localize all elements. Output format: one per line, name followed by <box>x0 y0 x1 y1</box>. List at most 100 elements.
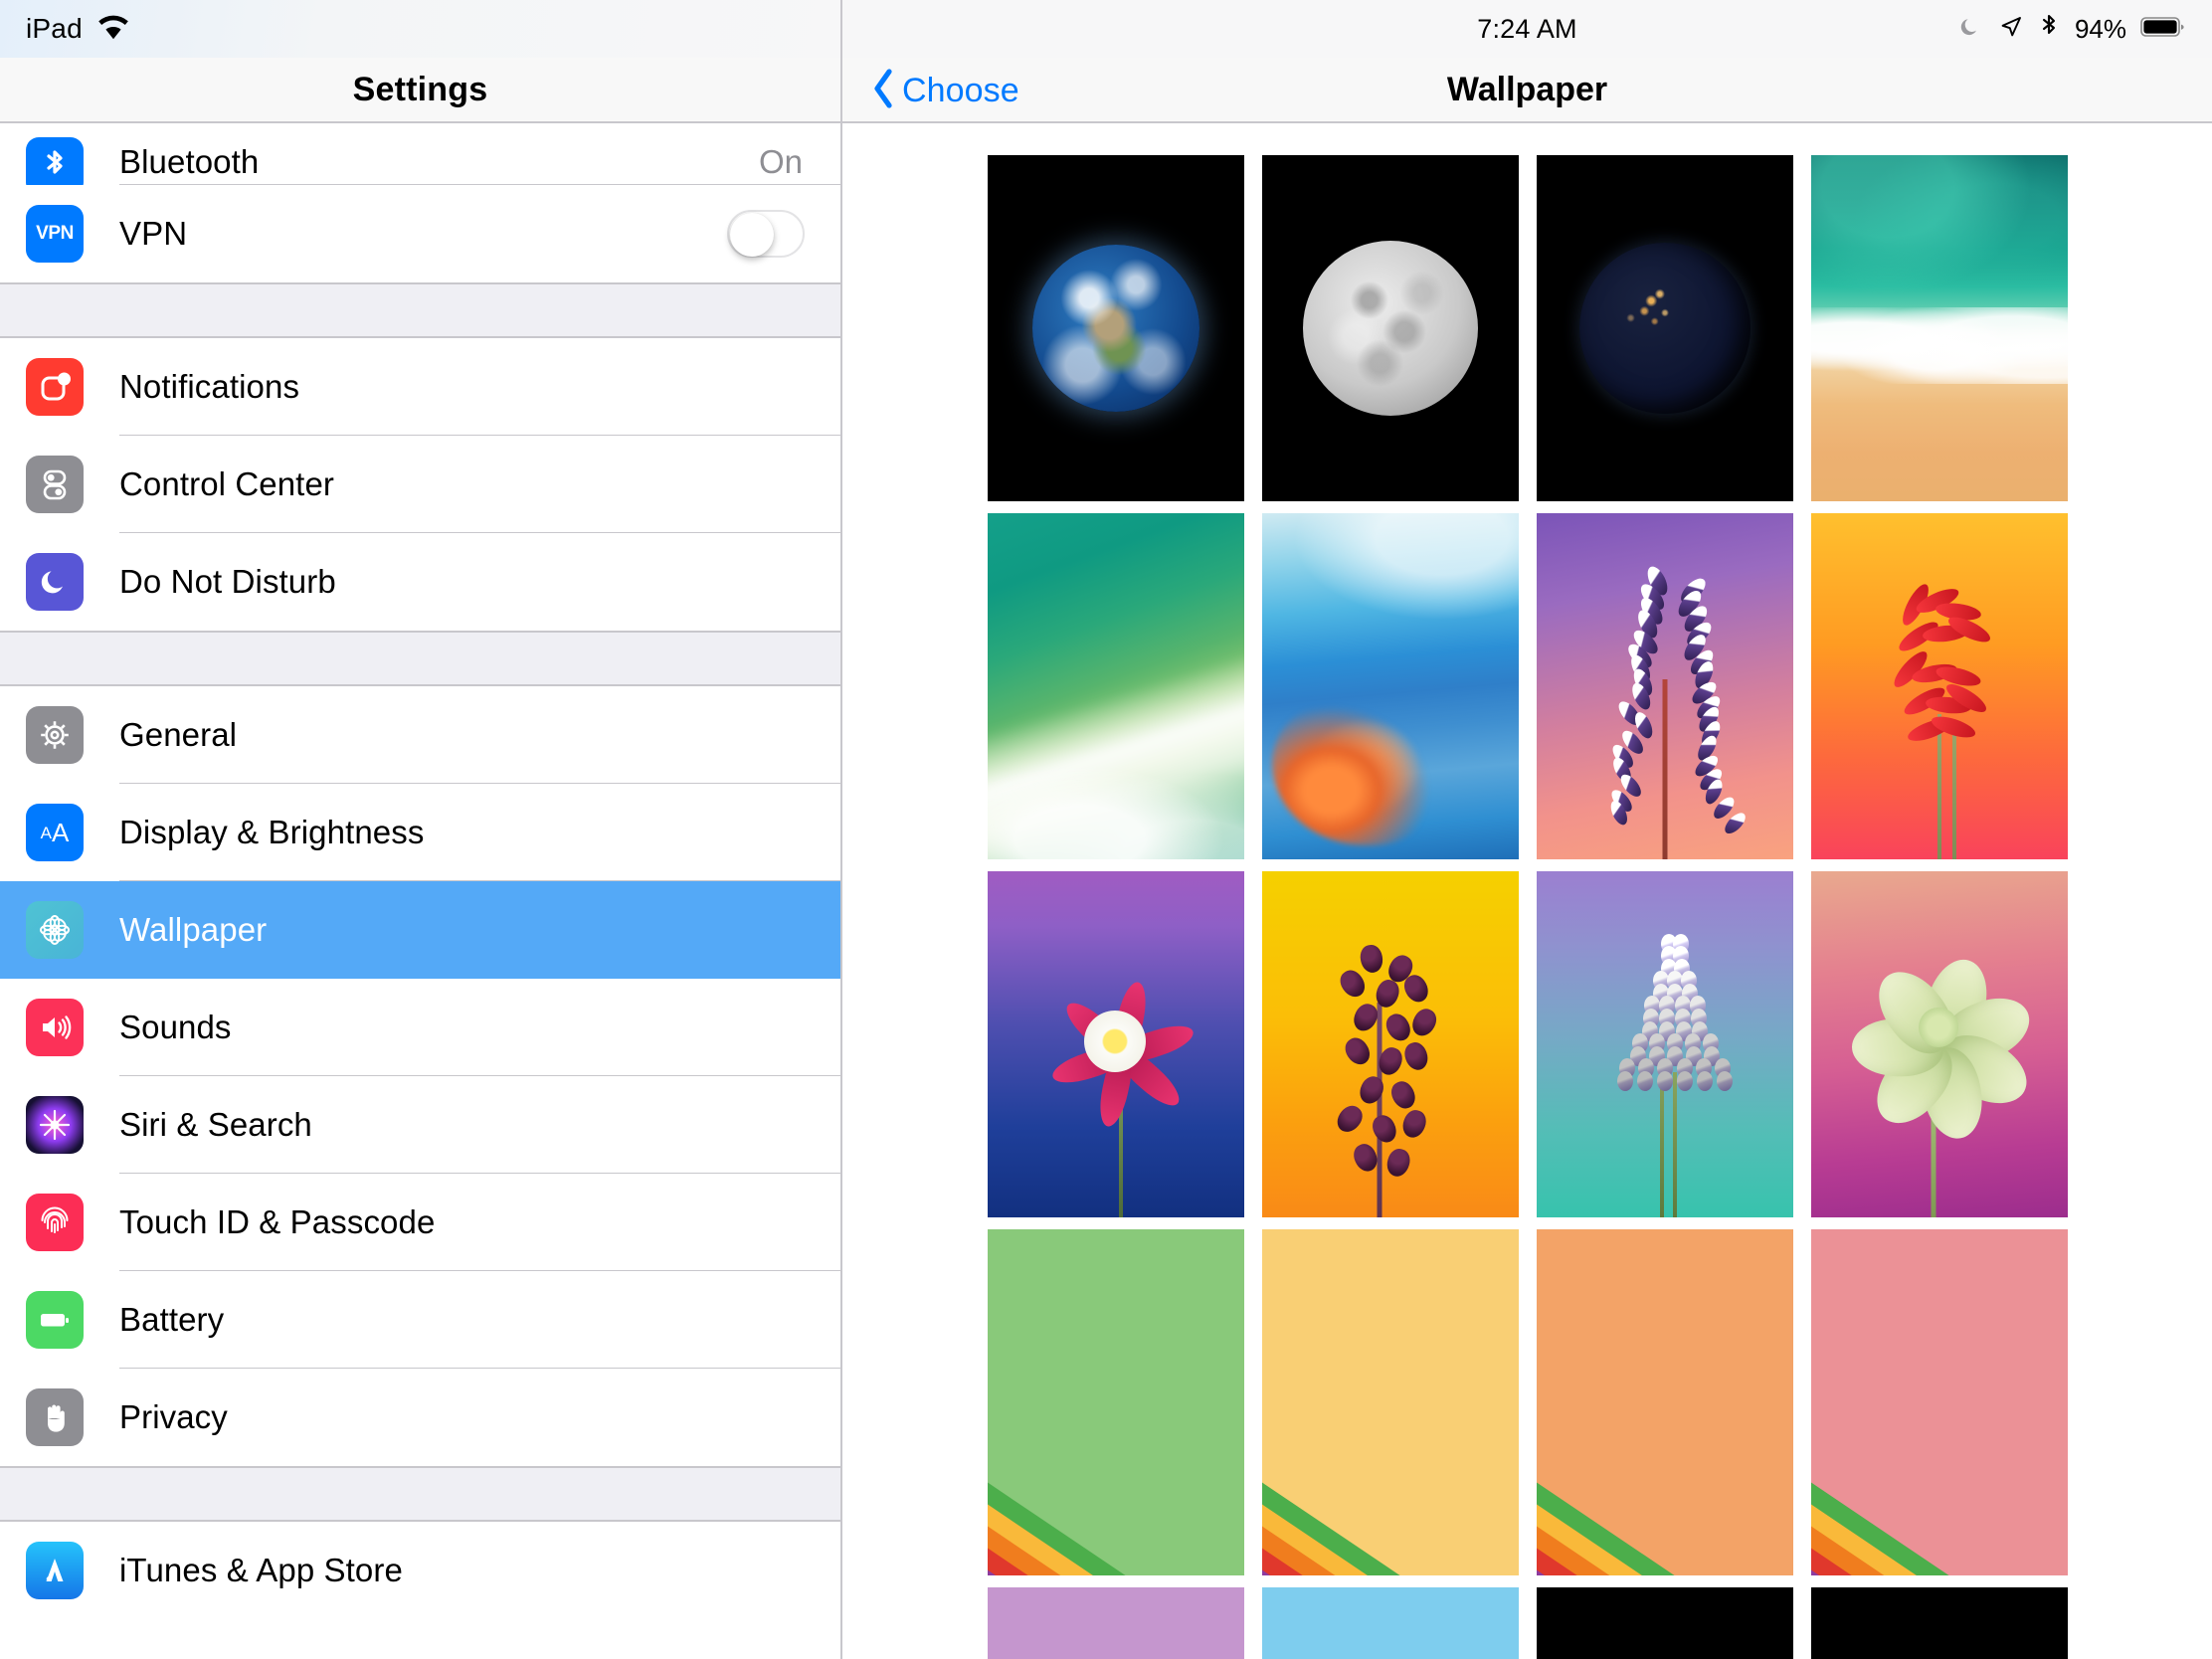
sidebar-item-label: Wallpaper <box>119 911 267 949</box>
hyacinth-art <box>1623 934 1711 1086</box>
detail-nav-bar: Choose Wallpaper <box>842 58 2212 123</box>
rainbow-stripe <box>988 1400 1244 1575</box>
sidebar-item-siri-search[interactable]: Siri & Search <box>0 1076 840 1174</box>
rainbow-stripe <box>1537 1400 1793 1575</box>
sidebar-scroll-area[interactable]: Bluetooth On VPN VPN Notifications <box>0 123 840 1659</box>
notifications-icon <box>26 358 84 416</box>
wallpaper-thumbnail[interactable] <box>1811 155 2068 501</box>
sidebar-item-notifications[interactable]: Notifications <box>0 338 840 436</box>
battery-icon <box>26 1291 84 1349</box>
wifi-icon <box>96 14 130 45</box>
wallpaper-thumbnail[interactable] <box>1262 1229 1519 1575</box>
columbine-art <box>1043 975 1187 1113</box>
rainbow-stripe <box>1537 1422 1793 1575</box>
wallpaper-thumbnail[interactable] <box>1262 1587 1519 1659</box>
rainbow-stripe <box>988 1422 1244 1575</box>
wallpaper-thumbnail[interactable] <box>988 1587 1244 1659</box>
hellebore-art <box>1852 948 2026 1107</box>
sidebar-item-label: Privacy <box>119 1398 228 1436</box>
detail-status-bar: 7:24 AM 94% <box>842 0 2212 58</box>
sidebar-item-itunes-app-store[interactable]: iTunes & App Store <box>0 1522 840 1619</box>
sidebar-item-display-brightness[interactable]: AA Display & Brightness <box>0 784 840 881</box>
sounds-icon <box>26 999 84 1056</box>
wallpaper-thumbnail[interactable] <box>1537 1587 1793 1659</box>
sidebar-item-general[interactable]: General <box>0 686 840 784</box>
sidebar-item-label: Control Center <box>119 465 334 503</box>
bluetooth-status-value: On <box>759 143 803 181</box>
earth-day-art <box>1032 245 1199 412</box>
vpn-icon: VPN <box>26 205 84 263</box>
wallpaper-grid[interactable] <box>842 123 2212 1659</box>
battery-percent-label: 94% <box>2075 14 2126 45</box>
detail-title: Wallpaper <box>842 71 2212 109</box>
vpn-toggle[interactable] <box>727 210 805 258</box>
toggle-knob <box>730 213 774 257</box>
display-brightness-icon: AA <box>26 804 84 861</box>
rainbow-stripe <box>1262 1422 1519 1575</box>
wallpaper-thumbnail[interactable] <box>1811 513 2068 859</box>
sidebar-item-wallpaper[interactable]: Wallpaper <box>0 881 840 979</box>
wallpaper-thumbnail[interactable] <box>1537 1229 1793 1575</box>
status-indicators: 94% <box>1958 0 2186 58</box>
moon-art <box>1303 241 1478 416</box>
wallpaper-detail-panel: 7:24 AM 94% <box>842 0 2212 1659</box>
sidebar-item-touch-id-passcode[interactable]: Touch ID & Passcode <box>0 1174 840 1271</box>
wallpaper-thumbnail[interactable] <box>1262 513 1519 859</box>
sidebar-item-do-not-disturb[interactable]: Do Not Disturb <box>0 533 840 631</box>
purple-blooms-art <box>1329 941 1462 1184</box>
group-separator <box>0 631 840 686</box>
group-separator <box>0 1466 840 1522</box>
sidebar-item-label: Bluetooth <box>119 143 259 181</box>
ipad-settings-screen: iPad Settings Bluetooth On <box>0 0 2212 1659</box>
wallpaper-thumbnail[interactable] <box>988 155 1244 501</box>
bluetooth-icon <box>26 137 84 185</box>
wallpaper-thumbnail[interactable] <box>988 513 1244 859</box>
earth-night-art <box>1579 243 1751 414</box>
sidebar-item-battery[interactable]: Battery <box>0 1271 840 1369</box>
sidebar-item-label: General <box>119 716 237 754</box>
sidebar-item-bluetooth[interactable]: Bluetooth On <box>0 123 840 185</box>
sidebar-item-control-center[interactable]: Control Center <box>0 436 840 533</box>
moon-icon <box>1958 15 1982 44</box>
sidebar-item-label: Do Not Disturb <box>119 563 336 601</box>
wallpaper-thumbnail[interactable] <box>1537 155 1793 501</box>
wallpaper-thumbnail[interactable] <box>1811 871 2068 1217</box>
settings-sidebar: iPad Settings Bluetooth On <box>0 0 842 1659</box>
battery-icon <box>2140 15 2186 44</box>
sidebar-item-label: Sounds <box>119 1009 232 1046</box>
wallpaper-thumbnail[interactable] <box>1811 1229 2068 1575</box>
wallpaper-thumbnail[interactable] <box>1811 1587 2068 1659</box>
touch-id-icon <box>26 1194 84 1251</box>
sidebar-item-label: Touch ID & Passcode <box>119 1203 435 1241</box>
sidebar-item-privacy[interactable]: Privacy <box>0 1369 840 1466</box>
device-name-label: iPad <box>26 13 83 45</box>
siri-icon <box>26 1096 84 1154</box>
control-center-icon <box>26 456 84 513</box>
sidebar-item-label: Battery <box>119 1301 224 1339</box>
general-gear-icon <box>26 706 84 764</box>
sidebar-item-sounds[interactable]: Sounds <box>0 979 840 1076</box>
privacy-hand-icon <box>26 1388 84 1446</box>
do-not-disturb-icon <box>26 553 84 611</box>
sidebar-item-label: Siri & Search <box>119 1106 312 1144</box>
rainbow-stripe <box>1262 1400 1519 1575</box>
sidebar-item-label: Display & Brightness <box>119 814 424 851</box>
wallpaper-thumbnail[interactable] <box>1537 871 1793 1217</box>
wallpaper-thumbnail[interactable] <box>1262 871 1519 1217</box>
rainbow-stripe <box>1811 1422 2068 1575</box>
red-flowers-art <box>1883 590 2016 770</box>
app-store-icon <box>26 1542 84 1599</box>
rainbow-stripe <box>1811 1400 2068 1575</box>
wallpaper-thumbnail[interactable] <box>988 871 1244 1217</box>
wallpaper-thumbnail[interactable] <box>1262 155 1519 501</box>
bluetooth-icon <box>2040 14 2058 45</box>
wallpaper-thumbnail[interactable] <box>1537 513 1793 859</box>
page-title: Settings <box>353 71 488 109</box>
wallpaper-icon <box>26 901 84 959</box>
sidebar-item-vpn[interactable]: VPN VPN <box>0 185 840 282</box>
flower-spike-art <box>1597 569 1731 838</box>
sidebar-status-bar: iPad <box>0 0 840 58</box>
wallpaper-thumbnail[interactable] <box>988 1229 1244 1575</box>
location-arrow-icon <box>1999 15 2023 44</box>
sidebar-item-label: Notifications <box>119 368 299 406</box>
